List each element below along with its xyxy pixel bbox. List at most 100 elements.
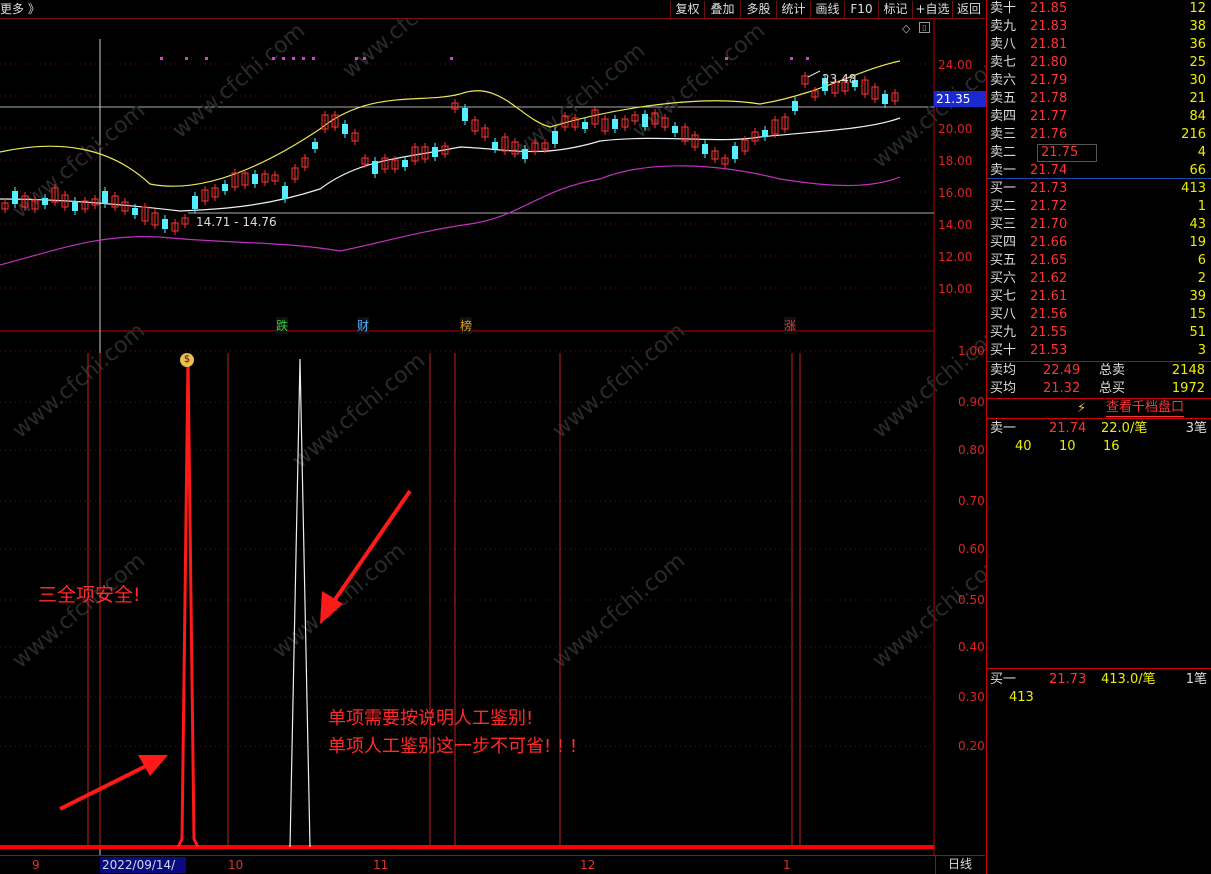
bid-row[interactable]: 买二 21.72 1 — [987, 198, 1211, 216]
thousand-level-button[interactable]: 查看千档盘口 — [1106, 400, 1185, 417]
statistics-button[interactable]: 统计 — [776, 1, 810, 18]
bid-avg-label: 买均 — [990, 381, 1017, 396]
ask-price: 21.83 — [1030, 19, 1068, 34]
arrow-shaft — [59, 762, 151, 811]
watermark-text: www.cfchi.com — [8, 318, 150, 443]
top-toolbar: 更多 》 复权 叠加 多股 统计 画线 F10 标记 +自选 返回 — [0, 0, 985, 19]
candle-body — [342, 124, 348, 134]
order-book-panel: 卖十 21.85 12 卖九 21.83 38 卖八 21.81 36 卖七 21.80 25 卖六 21… — [986, 0, 1211, 874]
signal-dot — [806, 57, 809, 60]
bid-volume: 51 — [1189, 325, 1206, 340]
ask-row[interactable]: 卖五 21.78 21 — [987, 90, 1211, 108]
cursor-date-label: 2022/09/14/三 — [100, 857, 186, 873]
ask-level-label: 卖六 — [990, 73, 1017, 88]
bid-row[interactable]: 买十 21.53 3 — [987, 342, 1211, 360]
bid-price: 21.70 — [1030, 217, 1068, 232]
month-label: 9 — [32, 858, 40, 872]
multi-stock-button[interactable]: 多股 — [740, 1, 776, 18]
signal-dot — [450, 57, 453, 60]
bid-price: 21.53 — [1030, 343, 1068, 358]
diamond-icon[interactable]: ◇ — [902, 22, 910, 35]
bid-row[interactable]: 买六 21.62 2 — [987, 270, 1211, 288]
ask-volume: 84 — [1189, 109, 1206, 124]
annotation-all-safe: 三全项安全! — [38, 584, 141, 606]
ask-volume: 216 — [1181, 127, 1206, 142]
bid-row[interactable]: 买八 21.56 15 — [987, 306, 1211, 324]
bid-row[interactable]: 买一 21.73 413 — [987, 180, 1211, 198]
moving-average-lines — [0, 60, 901, 266]
ask-price: 21.77 — [1030, 109, 1068, 124]
bid-price: 21.56 — [1030, 307, 1068, 322]
split-window-icon[interactable]: ▯ — [919, 22, 930, 33]
mark-button[interactable]: 标记 — [878, 1, 912, 18]
bid-row[interactable]: 买九 21.55 51 — [987, 324, 1211, 342]
indicator-tick: 1.00 — [958, 344, 985, 358]
total-bid-label: 总买 — [1099, 381, 1126, 396]
candle-body — [792, 101, 798, 111]
ask-row[interactable]: 卖三 21.76 216 — [987, 126, 1211, 144]
restore-rights-button[interactable]: 复权 — [670, 1, 704, 18]
event-marker-rise[interactable]: 涨 — [784, 317, 797, 334]
ask-row[interactable]: 卖七 21.80 25 — [987, 54, 1211, 72]
ask-row[interactable]: 卖六 21.79 30 — [987, 72, 1211, 90]
price-tick: 12.00 — [938, 250, 973, 264]
bid-volume: 43 — [1189, 217, 1206, 232]
bid-row[interactable]: 买七 21.61 39 — [987, 288, 1211, 306]
bid-row[interactable]: 买三 21.70 43 — [987, 216, 1211, 234]
back-button[interactable]: 返回 — [952, 1, 985, 18]
watermark-text: www.cfchi.com — [548, 318, 690, 443]
ask-level-label: 卖三 — [990, 127, 1017, 142]
bid-price: 21.55 — [1030, 325, 1068, 340]
price-tick: 14.00 — [938, 218, 973, 232]
ask-price: 21.78 — [1030, 91, 1068, 106]
candle-body — [582, 122, 588, 129]
sell1-price: 21.74 — [1049, 421, 1087, 436]
signal-dot — [355, 57, 358, 60]
low-range-label: 14.71 - 14.76 — [196, 215, 277, 229]
ask-row[interactable]: 卖八 21.81 36 — [987, 36, 1211, 54]
bid-row[interactable]: 买五 21.65 6 — [987, 252, 1211, 270]
period-selector[interactable]: 日线 — [935, 855, 985, 874]
candle-body — [222, 184, 228, 191]
money-bag-icon: $ — [180, 353, 194, 367]
bid-level-label: 买六 — [990, 271, 1017, 286]
indicator-tick: 0.40 — [958, 640, 985, 654]
ask-price: 21.76 — [1030, 127, 1068, 142]
price-tick: 18.00 — [938, 154, 973, 168]
candle-body — [402, 160, 408, 167]
draw-line-button[interactable]: 画线 — [810, 1, 844, 18]
ask-row[interactable]: 卖二 21.75 4 — [987, 144, 1211, 162]
indicator-spike-white — [289, 358, 311, 848]
ask-row[interactable]: 卖十 21.85 12 — [987, 0, 1211, 18]
indicator-tick: 0.30 — [958, 690, 985, 704]
event-marker-finance[interactable]: 财 — [357, 317, 370, 334]
ask-volume: 38 — [1189, 19, 1206, 34]
arrow-head — [138, 755, 168, 776]
bid-volume: 19 — [1189, 235, 1206, 250]
candle-body — [612, 119, 618, 129]
annotation-line-1: 单项需要按说明人工鉴别! — [328, 708, 534, 729]
watermark-layer: www.cfchi.comwww.cfchi.com www.cfchi.comw… — [8, 19, 986, 674]
overlay-button[interactable]: 叠加 — [704, 1, 740, 18]
bid-level-label: 买一 — [990, 181, 1017, 196]
event-marker-list[interactable]: 榜 — [460, 317, 473, 334]
candle-body — [42, 198, 48, 205]
candle-body — [372, 161, 378, 174]
candle-body — [282, 186, 288, 199]
more-menu[interactable]: 更多 》 — [0, 1, 40, 18]
candle-body — [462, 108, 468, 121]
buy1-order: 413 — [1009, 690, 1034, 705]
ask-level-label: 卖十 — [990, 1, 1017, 16]
candle-body — [132, 208, 138, 215]
ask-row[interactable]: 卖九 21.83 38 — [987, 18, 1211, 36]
event-marker-drop[interactable]: 跌 — [276, 317, 289, 334]
signal-dot — [302, 57, 305, 60]
lightning-icon: ⚡ — [1077, 401, 1087, 416]
watermark-text: www.cfchi.com — [338, 19, 480, 84]
ask-row[interactable]: 卖四 21.77 84 — [987, 108, 1211, 126]
add-favorite-button[interactable]: +自选 — [912, 1, 952, 18]
f10-button[interactable]: F10 — [844, 1, 878, 18]
indicator-tick: 0.20 — [958, 739, 985, 753]
ask-price: 21.79 — [1030, 73, 1068, 88]
bid-row[interactable]: 买四 21.66 19 — [987, 234, 1211, 252]
